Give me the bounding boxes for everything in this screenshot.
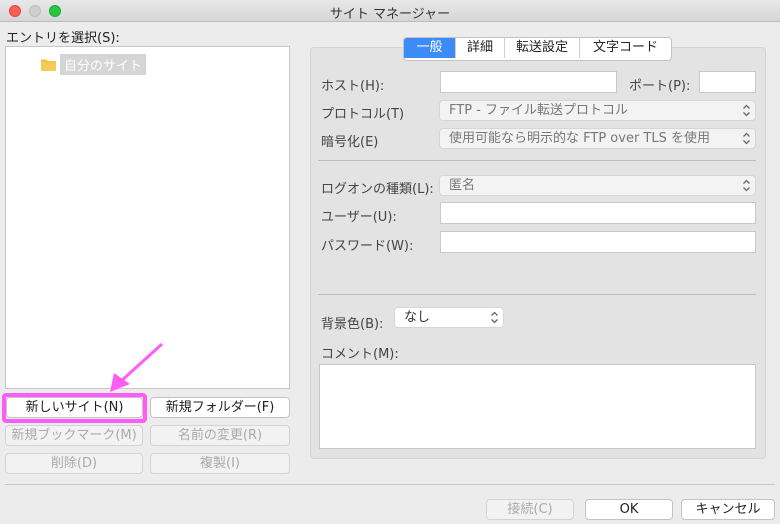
tab-charset[interactable]: 文字コード <box>580 38 671 58</box>
host-label: ホスト(H): <box>321 79 385 94</box>
delete-button[interactable]: 削除(D) <box>5 453 143 474</box>
user-input[interactable] <box>440 202 756 224</box>
annotation-arrow <box>110 342 164 392</box>
select-arrows-icon <box>743 179 750 192</box>
select-arrows-icon <box>743 132 750 145</box>
encryption-select[interactable]: 使用可能なら明示的な FTP over TLS を使用 <box>439 128 756 149</box>
new-folder-button[interactable]: 新規フォルダー(F) <box>150 397 290 418</box>
tab-advanced[interactable]: 詳細 <box>456 38 505 58</box>
logon-type-label: ログオンの種類(L): <box>321 182 434 197</box>
comment-label: コメント(M): <box>321 347 399 362</box>
folder-icon <box>41 59 56 71</box>
entry-select-label: エントリを選択(S): <box>6 31 120 46</box>
select-arrows-icon <box>743 104 750 117</box>
separator <box>318 160 756 161</box>
password-input[interactable] <box>440 231 756 253</box>
new-bookmark-button[interactable]: 新規ブックマーク(M) <box>5 425 143 446</box>
separator <box>318 294 756 295</box>
user-label: ユーザー(U): <box>321 210 397 225</box>
password-label: パスワード(W): <box>321 239 414 254</box>
tab-transfer-settings[interactable]: 転送設定 <box>505 38 580 58</box>
title-bar: サイト マネージャー <box>0 0 780 22</box>
logon-type-select-value: 匿名 <box>449 178 476 193</box>
background-color-select-value: なし <box>404 310 431 325</box>
background-color-label: 背景色(B): <box>321 317 384 332</box>
site-tree[interactable]: 自分のサイト <box>5 46 290 389</box>
window-title: サイト マネージャー <box>329 7 451 22</box>
background-color-select[interactable]: なし <box>394 307 504 328</box>
port-input[interactable] <box>699 71 756 93</box>
encryption-label: 暗号化(E) <box>321 135 379 150</box>
protocol-label: プロトコル(T) <box>321 107 405 122</box>
protocol-select[interactable]: FTP - ファイル転送プロトコル <box>439 100 756 121</box>
port-label: ポート(P): <box>629 79 691 94</box>
logon-type-select[interactable]: 匿名 <box>439 175 756 196</box>
tree-item-my-sites[interactable]: 自分のサイト <box>41 54 147 75</box>
tree-item-label: 自分のサイト <box>60 54 147 75</box>
connect-button[interactable]: 接続(C) <box>486 499 574 520</box>
host-input[interactable] <box>440 71 617 93</box>
select-arrows-icon <box>491 311 498 324</box>
rename-button[interactable]: 名前の変更(R) <box>150 425 290 446</box>
encryption-select-value: 使用可能なら明示的な FTP over TLS を使用 <box>449 131 710 146</box>
tab-general[interactable]: 一般 <box>404 38 456 58</box>
comment-textarea[interactable] <box>319 364 756 449</box>
ok-button[interactable]: OK <box>585 499 673 520</box>
cancel-button[interactable]: キャンセル <box>681 499 775 520</box>
protocol-select-value: FTP - ファイル転送プロトコル <box>449 103 628 118</box>
tab-bar: 一般 詳細 転送設定 文字コード <box>403 37 672 61</box>
footer-separator <box>5 484 775 485</box>
duplicate-button[interactable]: 複製(I) <box>150 453 290 474</box>
